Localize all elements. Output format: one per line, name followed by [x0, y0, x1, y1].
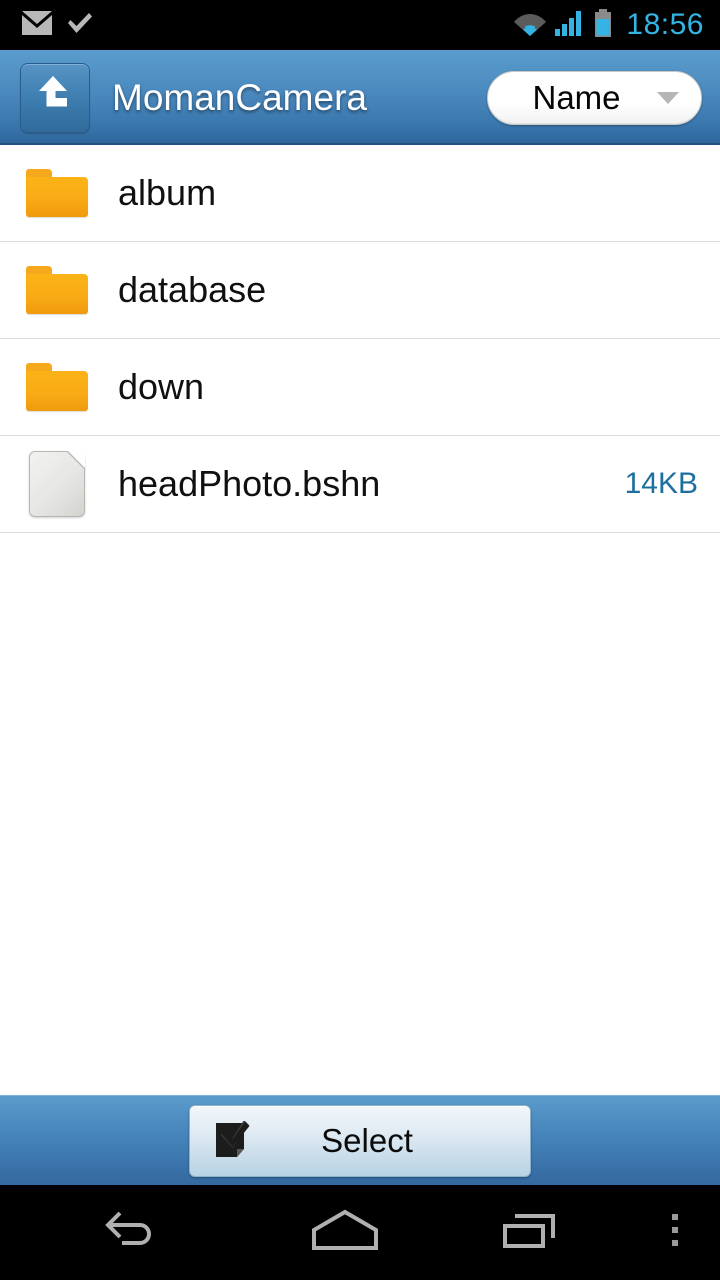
checkmark-icon [66, 11, 94, 40]
select-button[interactable]: Select [189, 1104, 531, 1177]
bottom-action-bar: Select [0, 1095, 720, 1185]
back-arrow-icon [102, 1207, 158, 1258]
status-bar: 18:56 [0, 0, 720, 50]
chevron-down-icon [657, 91, 679, 104]
list-item[interactable]: down [0, 339, 720, 436]
folder-icon [26, 356, 88, 418]
list-item-name: down [118, 366, 205, 407]
folder-icon [26, 259, 88, 321]
sort-spinner-value: Name [532, 78, 621, 116]
select-check-icon [212, 1120, 252, 1161]
list-item[interactable]: album [0, 145, 720, 242]
system-nav-bar [0, 1185, 720, 1280]
recents-icon [501, 1208, 559, 1257]
wifi-icon [514, 10, 547, 41]
status-bar-clock: 18:56 [626, 8, 704, 41]
folder-icon [26, 162, 88, 224]
status-bar-left-icons [0, 10, 94, 40]
battery-icon [594, 8, 612, 42]
file-list: album database down headPhoto.bshn 14KB [0, 145, 720, 1095]
status-bar-right-icons: 18:56 [514, 8, 720, 42]
signal-icon [555, 10, 585, 41]
file-icon [26, 451, 88, 517]
app-header: MomanCamera Name [0, 50, 720, 145]
email-icon [22, 10, 52, 40]
nav-back-button[interactable] [0, 1185, 260, 1280]
list-item-name: database [118, 269, 267, 310]
sort-spinner[interactable]: Name [487, 70, 702, 125]
list-item-name: album [118, 172, 217, 213]
list-item-name: headPhoto.bshn [118, 463, 381, 504]
nav-menu-button[interactable] [630, 1185, 720, 1280]
list-item-size: 14KB [624, 467, 698, 500]
select-button-label: Select [321, 1121, 413, 1159]
list-item[interactable]: database [0, 242, 720, 339]
up-directory-button[interactable] [20, 62, 90, 133]
up-arrow-icon [35, 74, 75, 121]
page-title: MomanCamera [112, 76, 367, 118]
nav-recents-button[interactable] [430, 1185, 630, 1280]
nav-home-button[interactable] [260, 1185, 430, 1280]
overflow-menu-icon [670, 1208, 680, 1257]
list-item[interactable]: headPhoto.bshn 14KB [0, 436, 720, 533]
home-icon [310, 1208, 380, 1257]
